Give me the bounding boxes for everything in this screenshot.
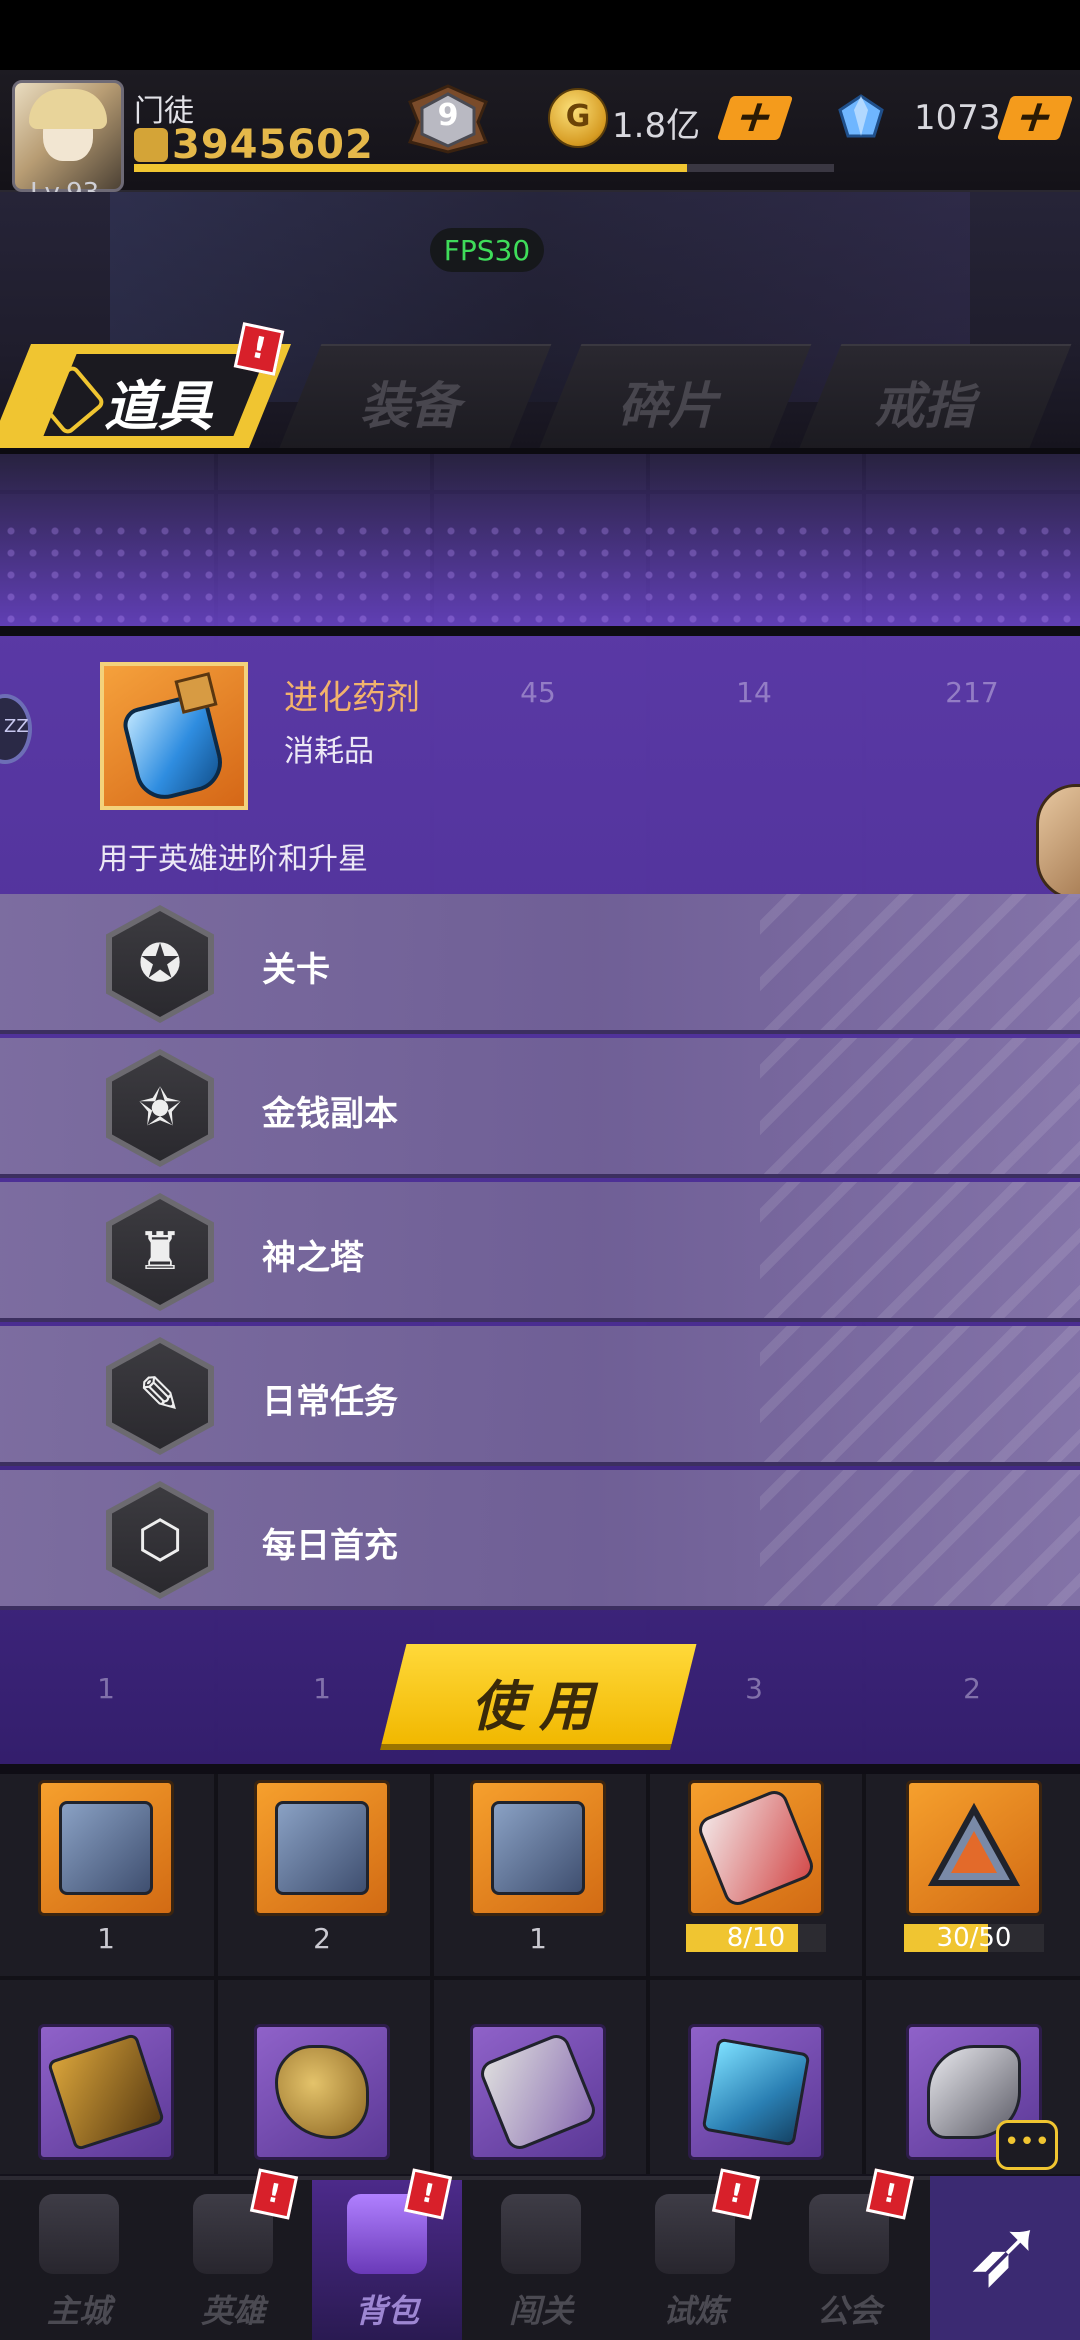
gold-helmet-icon (275, 2045, 369, 2139)
slot-count: 1 (529, 1922, 547, 1955)
source-label: 每日首充 (262, 1526, 398, 1566)
triangle-relic-icon (927, 1801, 1021, 1895)
slot-count-hidden: 217 (945, 676, 999, 709)
tab-fragments-label: 碎片 (618, 377, 718, 435)
fragment-progress-label: 30/50 (936, 1923, 1012, 1953)
diamond-icon (838, 94, 884, 138)
nav-alert-icon: ! (865, 2168, 915, 2220)
inventory-slot[interactable] (688, 1780, 824, 1916)
combat-power: 3945602 (172, 122, 374, 168)
status-bar (0, 0, 1080, 70)
slot-count: 1 (97, 1922, 115, 1955)
source-row-daily-recharge[interactable]: ⬡ 每日首充 (0, 1470, 1080, 1610)
inventory-slot[interactable] (470, 1780, 606, 1916)
source-label: 神之塔 (262, 1238, 364, 1278)
item-chest-icon (491, 1801, 585, 1895)
slot-count-hidden: 45 (520, 676, 556, 709)
source-row-tower[interactable]: ♜ 神之塔 (0, 1182, 1080, 1322)
side-badge-right[interactable] (1036, 784, 1080, 900)
wing-logo-icon: ➶ (964, 2196, 1046, 2308)
inventory-slot[interactable] (906, 1780, 1042, 1916)
nav-guild[interactable]: 公会 ! (774, 2168, 924, 2340)
item-chest-icon (275, 1801, 369, 1895)
task-list-icon: ✎ (106, 1337, 214, 1455)
source-label: 金钱副本 (262, 1094, 398, 1134)
nav-label: 主城 (46, 2292, 111, 2330)
item-name: 进化药剂 (284, 678, 420, 718)
medal-icon: ✪ (106, 905, 214, 1023)
castle-icon (39, 2194, 119, 2274)
gold-coin-icon: G (548, 88, 608, 148)
slot-count-hidden: 1 (97, 1672, 115, 1705)
nav-label: 试炼 (662, 2292, 727, 2330)
inventory-slot[interactable] (254, 1780, 390, 1916)
source-label: 日常任务 (262, 1382, 398, 1422)
recharge-icon: ⬡ (106, 1481, 214, 1599)
nav-backpack[interactable]: 背包 ! (312, 2168, 462, 2340)
use-button-label: 使用 (471, 1675, 607, 1738)
slot-count-hidden: 14 (736, 676, 772, 709)
coin-balance: 1.8亿 (612, 106, 701, 146)
item-chest-icon (59, 1801, 153, 1895)
fps-label: FPS30 (443, 234, 531, 267)
gem-balance: 1073 (914, 98, 1001, 138)
tab-items-label: 道具 (104, 375, 212, 438)
chat-icon[interactable]: ••• (996, 2120, 1058, 2170)
xp-bar-fill (134, 164, 687, 172)
nav-heroes[interactable]: 英雄 ! (158, 2168, 308, 2340)
nav-trials[interactable]: 试炼 ! (620, 2168, 770, 2340)
stamina-ticket-icon (476, 2030, 600, 2154)
slot-count: 2 (313, 1922, 331, 1955)
vip-level: 9 (437, 98, 459, 133)
nav-label: 背包 (354, 2292, 419, 2330)
item-category: 消耗品 (284, 734, 374, 769)
stamina-ticket-icon (694, 1786, 818, 1910)
source-row-stages[interactable]: ✪ 关卡 (0, 894, 1080, 1034)
tab-equipment-label: 装备 (360, 377, 460, 435)
nav-campaign[interactable]: 闯关 (466, 2180, 616, 2340)
nav-label: 英雄 (200, 2292, 265, 2330)
popup-divider (0, 626, 1080, 636)
nav-label: 公会 (816, 2292, 881, 2330)
crystal-cube-icon (701, 2037, 811, 2147)
popup-halftone (0, 520, 1080, 632)
eagle-icon (501, 2194, 581, 2274)
player-avatar[interactable] (12, 80, 124, 192)
slot-count-hidden: 2 (963, 1672, 981, 1705)
inventory-slot[interactable] (254, 2024, 390, 2160)
inventory-slot[interactable] (470, 2024, 606, 2160)
inventory-slot[interactable] (38, 1780, 174, 1916)
nav-alert-icon: ! (249, 2168, 299, 2220)
source-row-daily-tasks[interactable]: ✎ 日常任务 (0, 1326, 1080, 1466)
grid-divider (0, 1976, 1080, 1980)
card-pack-icon (46, 2032, 166, 2152)
nav-label: 闯关 (508, 2292, 573, 2330)
nav-alert-icon: ! (403, 2168, 453, 2220)
tower-icon: ♜ (106, 1193, 214, 1311)
source-label: 关卡 (262, 950, 330, 990)
inventory-slot[interactable] (688, 2024, 824, 2160)
fragment-progress-label: 8/10 (726, 1923, 786, 1953)
slot-count-hidden: 3 (745, 1672, 763, 1705)
side-badge-left-label: ZZ (4, 716, 29, 737)
nav-main-city[interactable]: 主城 (4, 2180, 154, 2340)
tab-rings-label: 戒指 (874, 377, 974, 435)
fist-icon (134, 128, 168, 162)
star-coin-icon: ✬ (106, 1049, 214, 1167)
nav-alert-icon: ! (711, 2168, 761, 2220)
popup-bottom-edge (0, 1764, 1080, 1774)
item-description: 用于英雄进阶和升星 (98, 842, 368, 877)
slot-count-hidden: 1 (313, 1672, 331, 1705)
inventory-slot[interactable] (38, 2024, 174, 2160)
source-row-gold-dungeon[interactable]: ✬ 金钱副本 (0, 1038, 1080, 1178)
